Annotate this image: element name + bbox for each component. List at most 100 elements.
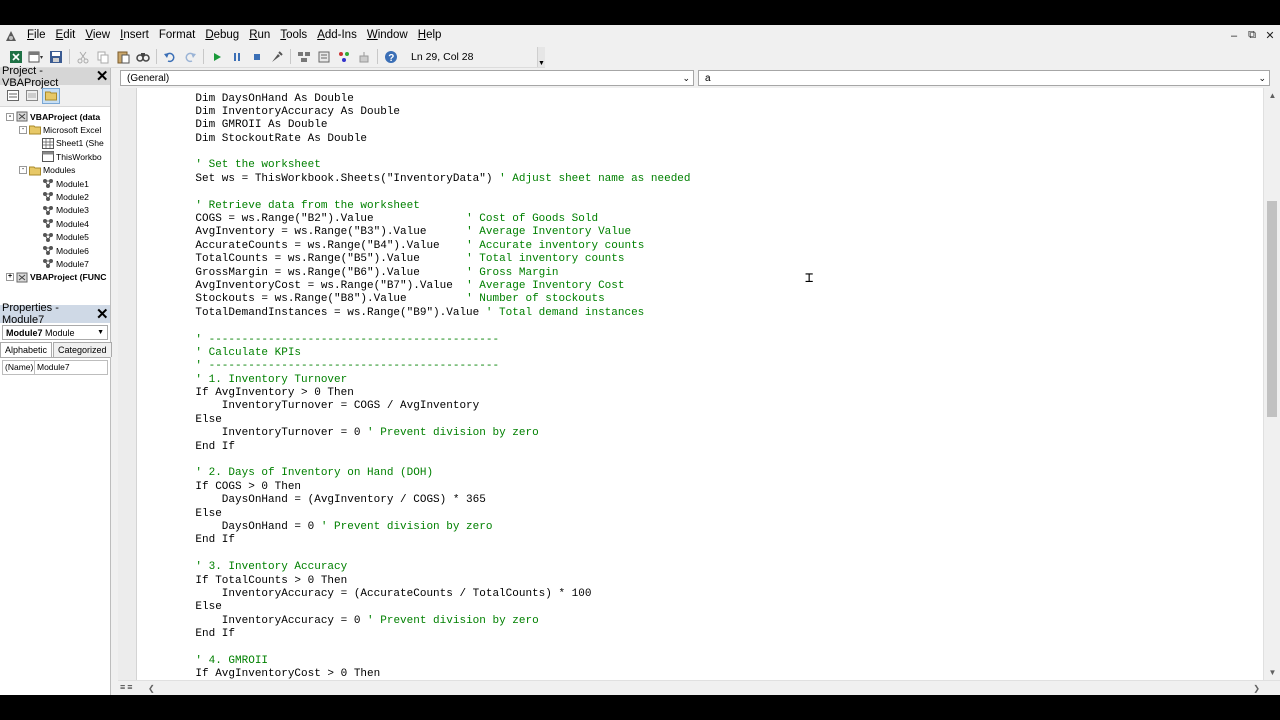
- object-browser-icon[interactable]: [334, 48, 353, 66]
- svg-text:?: ?: [388, 53, 394, 64]
- menu-window[interactable]: Window: [362, 25, 413, 46]
- find-icon[interactable]: [133, 48, 152, 66]
- menu-add-ins[interactable]: Add-Ins: [312, 25, 362, 46]
- close-icon[interactable]: ✕: [95, 306, 110, 323]
- tree-node[interactable]: Module1: [42, 177, 89, 190]
- tab-alphabetic[interactable]: Alphabetic: [0, 342, 53, 357]
- code-comment: ' Cost of Goods Sold: [466, 213, 599, 226]
- properties-object-select[interactable]: Module7 Module ▼: [2, 325, 108, 340]
- chevron-down-icon: ⌄: [1258, 72, 1266, 83]
- toolbar-separator: [156, 49, 157, 64]
- code-comment: ' Calculate KPIs: [169, 346, 302, 359]
- tree-node[interactable]: - VBAProject (data: [6, 110, 100, 123]
- code-line: TotalCounts = ws.Range("B5").Value ' Tot…: [169, 253, 691, 266]
- code-line: If COGS > 0 Then: [169, 481, 691, 494]
- menu-edit[interactable]: Edit: [51, 25, 81, 46]
- tree-node[interactable]: Module4: [42, 217, 89, 230]
- properties-panel: Properties - Module7 ✕ Module7 Module ▼ …: [0, 302, 112, 695]
- chevron-down-icon: ⌄: [682, 72, 690, 83]
- tree-node[interactable]: Module3: [42, 204, 89, 217]
- copy-icon[interactable]: [93, 48, 112, 66]
- tree-node-label: Module2: [56, 191, 89, 202]
- code-horizontal-scrollbar[interactable]: ≡ ≡ ❮ ❯: [118, 680, 1280, 695]
- code-text: TotalCounts = ws.Range("B5").Value: [169, 253, 467, 266]
- menu-file[interactable]: File: [22, 25, 51, 46]
- code-text: COGS = ws.Range("B2").Value: [169, 213, 467, 226]
- view-object-icon[interactable]: [23, 88, 41, 104]
- save-icon[interactable]: [46, 48, 65, 66]
- close-icon[interactable]: ✕: [94, 68, 110, 85]
- code-text: If AvgInventory > 0 Then: [169, 387, 354, 400]
- scrollbar-thumb[interactable]: [1267, 201, 1277, 417]
- minimize-icon[interactable]: –: [1226, 30, 1242, 42]
- code-line: End If: [169, 628, 691, 641]
- run-icon[interactable]: [207, 48, 226, 66]
- tree-node[interactable]: Module6: [42, 244, 89, 257]
- redo-icon[interactable]: [180, 48, 199, 66]
- procedure-combo[interactable]: a ⌄: [698, 70, 1270, 86]
- menu-run[interactable]: Run: [244, 25, 275, 46]
- property-row[interactable]: (Name) Module7: [3, 361, 107, 374]
- tree-node[interactable]: - Modules: [19, 164, 75, 177]
- scroll-down-arrow-icon[interactable]: ▼: [1264, 665, 1280, 680]
- restore-icon[interactable]: ⧉: [1244, 29, 1260, 42]
- break-icon[interactable]: [227, 48, 246, 66]
- collapse-icon[interactable]: -: [19, 125, 27, 134]
- code-line: ' 2. Days of Inventory on Hand (DOH): [169, 467, 691, 480]
- procedure-view-icon[interactable]: ≡: [120, 682, 125, 692]
- property-value[interactable]: Module7: [35, 361, 72, 374]
- tree-node[interactable]: ThisWorkbo: [42, 150, 102, 163]
- scroll-right-arrow-icon[interactable]: ❯: [1253, 681, 1260, 695]
- window-controls: – ⧉ ✕: [1226, 25, 1280, 46]
- tree-node[interactable]: Module5: [42, 231, 89, 244]
- toolbar-separator: [203, 49, 204, 64]
- help-icon[interactable]: ?: [381, 48, 400, 66]
- paste-icon[interactable]: [113, 48, 132, 66]
- toolbar-options-icon[interactable]: ▼: [537, 47, 545, 67]
- menu-view[interactable]: View: [80, 25, 115, 46]
- cut-icon[interactable]: [73, 48, 92, 66]
- scroll-up-arrow-icon[interactable]: ▲: [1264, 88, 1280, 103]
- tree-node[interactable]: Module7: [42, 257, 89, 270]
- reset-icon[interactable]: [247, 48, 266, 66]
- scroll-left-arrow-icon[interactable]: ❮: [148, 681, 155, 695]
- selected-object-name: Module7: [6, 327, 43, 338]
- module-icon: [42, 245, 54, 256]
- toolbox-icon[interactable]: [354, 48, 373, 66]
- project-explorer-icon[interactable]: [294, 48, 313, 66]
- code-text: End If: [169, 628, 236, 641]
- tree-node[interactable]: + VBAProject (FUNC: [6, 271, 106, 284]
- code-vertical-scrollbar[interactable]: ▲ ▼: [1263, 88, 1280, 680]
- menu-help[interactable]: Help: [413, 25, 447, 46]
- view-code-icon[interactable]: [4, 88, 22, 104]
- menu-insert[interactable]: Insert: [115, 25, 154, 46]
- menu-tools[interactable]: Tools: [275, 25, 312, 46]
- tree-node-label: VBAProject (FUNC: [30, 272, 107, 283]
- toggle-folders-icon[interactable]: [42, 87, 60, 104]
- code-line: ' --------------------------------------…: [169, 360, 691, 373]
- code-editor[interactable]: Dim DaysOnHand As Double Dim InventoryAc…: [137, 88, 1263, 680]
- menu-format[interactable]: Format: [154, 25, 200, 46]
- tree-node[interactable]: - Microsoft Excel: [19, 123, 101, 136]
- insert-module-button[interactable]: [26, 48, 45, 66]
- undo-icon[interactable]: [160, 48, 179, 66]
- full-module-view-icon[interactable]: ≡: [127, 682, 132, 692]
- menu-debug[interactable]: Debug: [200, 25, 244, 46]
- margin-indicator-bar[interactable]: [118, 88, 137, 680]
- collapse-icon[interactable]: -: [6, 112, 14, 121]
- close-icon[interactable]: ✕: [1262, 29, 1278, 42]
- properties-window-icon[interactable]: [314, 48, 333, 66]
- tree-node[interactable]: Sheet1 (She: [42, 137, 104, 150]
- tree-node[interactable]: Module2: [42, 190, 89, 203]
- collapse-icon[interactable]: -: [19, 166, 27, 175]
- vba-app-icon[interactable]: [0, 25, 22, 46]
- expand-icon[interactable]: +: [6, 273, 14, 282]
- view-excel-button[interactable]: [6, 48, 25, 66]
- tab-categorized[interactable]: Categorized: [53, 342, 112, 357]
- design-mode-icon[interactable]: [267, 48, 286, 66]
- toolbar-separator: [69, 49, 70, 64]
- code-line: Dim StockoutRate As Double: [169, 133, 691, 146]
- object-combo[interactable]: (General) ⌄: [120, 70, 694, 86]
- tree-node-label: Sheet1 (She: [56, 138, 104, 149]
